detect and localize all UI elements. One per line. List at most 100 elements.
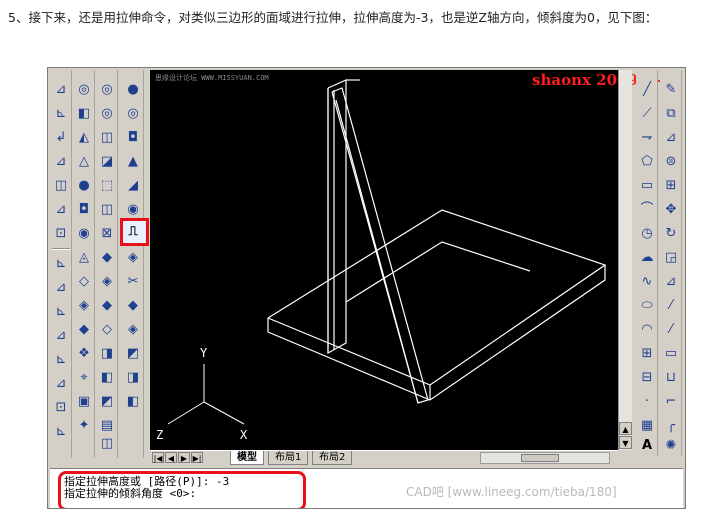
tab-model[interactable]: 模型 xyxy=(230,451,264,465)
slice-icon[interactable]: ◆ xyxy=(74,320,94,340)
arc-icon[interactable]: ⌒ xyxy=(637,200,657,220)
fillet-icon[interactable]: ╭ xyxy=(661,416,681,436)
extend-icon[interactable]: ⁄ xyxy=(661,320,681,340)
ucs-icon[interactable]: ⊿ xyxy=(51,80,71,100)
polygon-icon[interactable]: ⬠ xyxy=(637,152,657,172)
torus-icon[interactable]: ◉ xyxy=(123,200,143,220)
stretch-icon[interactable]: ⊿ xyxy=(661,272,681,292)
torus-icon[interactable]: ◉ xyxy=(74,224,94,244)
intersect-icon[interactable]: ◧ xyxy=(97,368,117,388)
wedge-icon[interactable]: ◪ xyxy=(97,152,117,172)
mirror-icon[interactable]: ⊿ xyxy=(661,128,681,148)
ucs-y-icon[interactable]: ⊿ xyxy=(51,326,71,346)
hide-icon[interactable]: ▤ xyxy=(97,416,117,436)
trim-icon[interactable]: ⁄ xyxy=(661,296,681,316)
drawing-canvas[interactable]: Y X Z 思缘设计论坛 WWW.MISSYUAN.COM xyxy=(150,70,618,450)
tab-layout1[interactable]: 布局1 xyxy=(268,451,309,465)
rotate-icon[interactable]: ↻ xyxy=(661,224,681,244)
vertical-scrollbar[interactable]: ▲ ▼ xyxy=(618,70,632,450)
ucs-zaxis-icon[interactable]: ⊿ xyxy=(51,278,71,298)
cylinder-icon[interactable]: ◎ xyxy=(123,104,143,124)
intersect-icon[interactable]: ◧ xyxy=(123,392,143,412)
torus-icon[interactable]: ⬚ xyxy=(97,176,117,196)
make-block-icon[interactable]: ⊟ xyxy=(637,368,657,388)
box3d-icon[interactable]: ◆ xyxy=(97,248,117,268)
mesh-icon[interactable]: ◈ xyxy=(97,272,117,292)
camera-icon[interactable]: ⌖ xyxy=(74,368,94,388)
explode-icon[interactable]: ✺ xyxy=(661,436,681,456)
revcloud-icon[interactable]: ☁ xyxy=(637,248,657,268)
command-line-area[interactable]: 指定拉伸高度或 [路径(P)]: -3 指定拉伸的倾斜角度 <0>: CAD吧 … xyxy=(50,468,683,508)
tab-next-button[interactable]: ▶ xyxy=(178,452,190,463)
cone-icon[interactable]: ▲ xyxy=(123,152,143,172)
light-icon[interactable]: ✦ xyxy=(74,416,94,436)
cone-icon[interactable]: ◫ xyxy=(97,128,117,148)
wedge-icon[interactable]: ◭ xyxy=(74,128,94,148)
scroll-thumb[interactable] xyxy=(521,454,559,462)
circle-icon[interactable]: ◷ xyxy=(637,224,657,244)
region-icon[interactable]: A xyxy=(637,436,657,456)
orbit-icon[interactable]: ◎ xyxy=(74,80,94,100)
union-icon[interactable]: ◇ xyxy=(97,320,117,340)
rectangle-icon[interactable]: ▭ xyxy=(637,176,657,196)
ellipse-icon[interactable]: ⬭ xyxy=(637,296,657,316)
subtract-icon[interactable]: ◨ xyxy=(123,368,143,388)
tab-first-button[interactable]: |◀ xyxy=(152,452,164,463)
extrude-icon[interactable]: ◫ xyxy=(97,200,117,220)
polyline-icon[interactable]: ⇁ xyxy=(637,128,657,148)
sphere-icon[interactable]: ● xyxy=(74,176,94,196)
subtract-icon[interactable]: ◨ xyxy=(97,344,117,364)
revolve-icon[interactable]: ⊠ xyxy=(97,224,117,244)
copy-icon[interactable]: ⧉ xyxy=(661,104,681,124)
tab-last-button[interactable]: ▶| xyxy=(191,452,203,463)
section-icon[interactable]: ◆ xyxy=(123,296,143,316)
extrude-icon[interactable]: ⎍ xyxy=(123,222,143,242)
spline-icon[interactable]: ∿ xyxy=(637,272,657,292)
sphere-icon[interactable]: ● xyxy=(123,80,143,100)
polysolid-icon[interactable]: ◇ xyxy=(74,272,94,292)
surface-icon[interactable]: ◆ xyxy=(97,296,117,316)
ucs-prev-icon[interactable]: ↲ xyxy=(51,128,71,148)
interfere-icon[interactable]: ◈ xyxy=(123,320,143,340)
ucs-z-icon[interactable]: ⊾ xyxy=(51,350,71,370)
slice-icon[interactable]: ✂ xyxy=(123,272,143,292)
tab-layout2[interactable]: 布局2 xyxy=(312,451,353,465)
insert-block-icon[interactable]: ⊞ xyxy=(637,344,657,364)
ellipse-arc-icon[interactable]: ◠ xyxy=(637,320,657,340)
ucs-3point-icon[interactable]: ⊿ xyxy=(51,152,71,172)
ucs-named-icon[interactable]: ⊡ xyxy=(51,398,71,418)
interfere-icon[interactable]: ❖ xyxy=(74,344,94,364)
sphere-icon[interactable]: ◎ xyxy=(97,80,117,100)
break-icon[interactable]: ▭ xyxy=(661,344,681,364)
ucs-apply-icon[interactable]: ⊿ xyxy=(51,374,71,394)
chamfer-icon[interactable]: ⌐ xyxy=(661,392,681,412)
cylinder-icon[interactable]: ◘ xyxy=(123,128,143,148)
ucs-origin-icon[interactable]: ⊾ xyxy=(51,254,71,274)
render-icon[interactable]: ▣ xyxy=(74,392,94,412)
ucs-face-icon[interactable]: ◫ xyxy=(51,176,71,196)
ucs-object-icon[interactable]: ⊿ xyxy=(51,200,71,220)
line-icon[interactable]: ╱ xyxy=(637,80,657,100)
cone-icon[interactable]: △ xyxy=(74,152,94,172)
wedge-icon[interactable]: ◢ xyxy=(123,176,143,196)
scroll-down-arrow[interactable]: ▼ xyxy=(619,436,632,449)
array-icon[interactable]: ⊞ xyxy=(661,176,681,196)
construction-line-icon[interactable]: ⟋ xyxy=(637,104,657,124)
union-icon[interactable]: ◩ xyxy=(123,344,143,364)
move-icon[interactable]: ✥ xyxy=(661,200,681,220)
cylinder-icon[interactable]: ◘ xyxy=(74,200,94,220)
hatch-icon[interactable]: ▦ xyxy=(637,416,657,436)
pyramid-icon[interactable]: ◬ xyxy=(74,248,94,268)
point-icon[interactable]: · xyxy=(637,392,657,412)
ucs-view-icon[interactable]: ⊡ xyxy=(51,224,71,244)
horizontal-scrollbar[interactable] xyxy=(480,452,610,464)
revolve-icon[interactable]: ◈ xyxy=(123,248,143,268)
ucs-world-icon[interactable]: ⊾ xyxy=(51,104,71,124)
erase-icon[interactable]: ✎ xyxy=(661,80,681,100)
tab-prev-button[interactable]: ◀ xyxy=(165,452,177,463)
box-icon[interactable]: ◧ xyxy=(74,104,94,124)
render-icon[interactable]: ◫ xyxy=(97,434,117,454)
section-icon[interactable]: ◈ xyxy=(74,296,94,316)
shade-icon[interactable]: ◩ xyxy=(97,392,117,412)
scale-icon[interactable]: ◲ xyxy=(661,248,681,268)
